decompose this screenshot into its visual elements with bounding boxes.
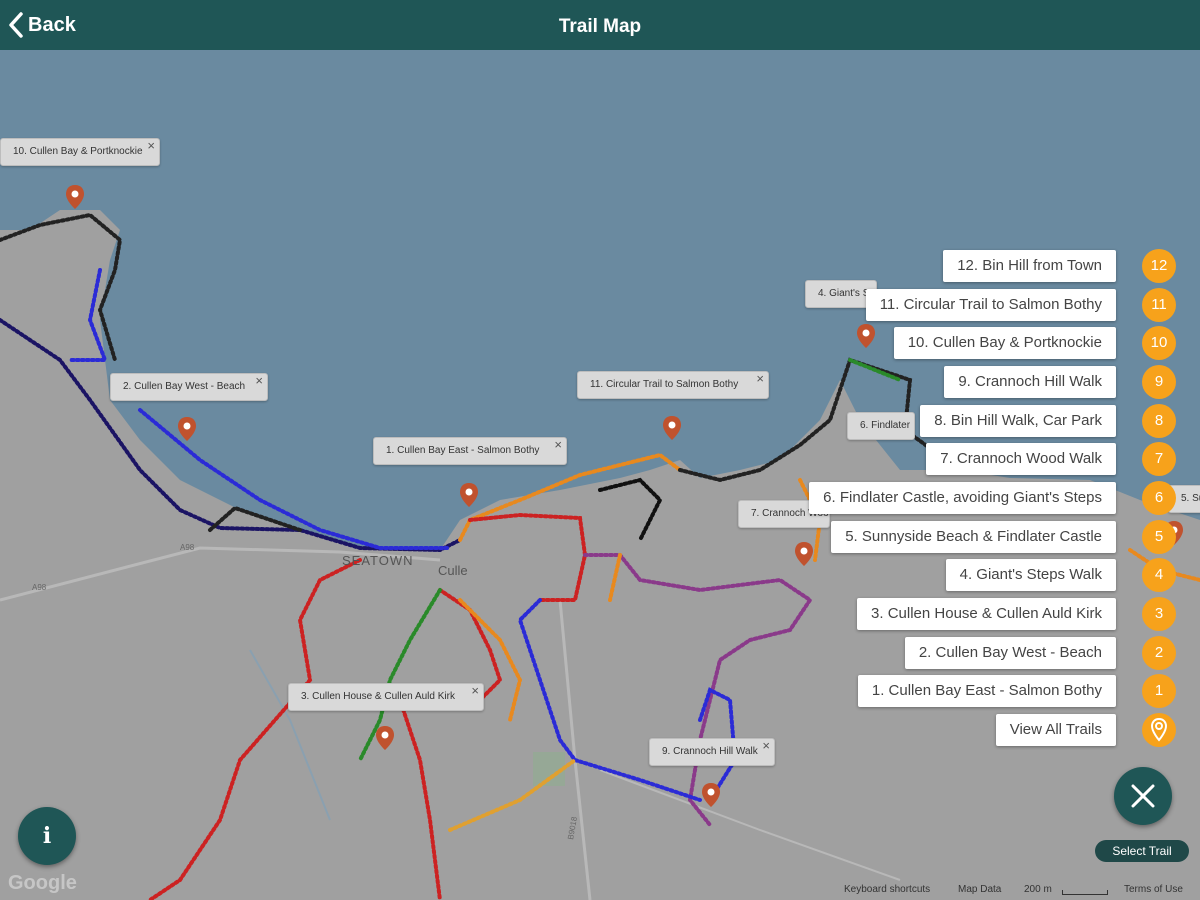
trail-menu-item[interactable]: 4. Giant's Steps Walk 4	[945, 558, 1176, 592]
trail-menu-label[interactable]: 6. Findlater Castle, avoiding Giant's St…	[809, 482, 1116, 514]
trail-menu-label[interactable]: View All Trails	[995, 714, 1116, 746]
page-title: Trail Map	[558, 16, 642, 37]
keyboard-shortcuts-link[interactable]: Keyboard shortcuts	[844, 884, 930, 895]
trail-menu-item[interactable]: 11. Circular Trail to Salmon Bothy 11	[865, 288, 1176, 322]
close-icon[interactable]: ×	[147, 139, 155, 159]
trail-menu-item[interactable]: 1. Cullen Bay East - Salmon Bothy 1	[857, 674, 1176, 708]
street-label: SEATOWN	[342, 553, 414, 568]
map-data-link[interactable]: Map Data	[958, 884, 1001, 895]
trail-menu-label[interactable]: 1. Cullen Bay East - Salmon Bothy	[857, 675, 1116, 707]
close-icon[interactable]: ×	[255, 374, 263, 394]
map-pin-icon[interactable]	[1142, 713, 1176, 747]
map-pin-icon[interactable]	[856, 323, 876, 349]
trail-menu-item[interactable]: 9. Crannoch Hill Walk 9	[944, 365, 1176, 399]
trail-number-badge[interactable]: 11	[1142, 288, 1176, 322]
trail-number-badge[interactable]: 4	[1142, 558, 1176, 592]
close-menu-button[interactable]	[1114, 767, 1172, 825]
close-icon[interactable]: ×	[756, 372, 764, 392]
map-pin-icon[interactable]	[459, 482, 479, 508]
trail-menu-label[interactable]: 5. Sunnyside Beach & Findlater Castle	[831, 521, 1116, 553]
trail-menu-label[interactable]: 8. Bin Hill Walk, Car Park	[920, 405, 1116, 437]
trail-menu-item[interactable]: 7. Crannoch Wood Walk 7	[926, 442, 1176, 476]
trail-number-badge[interactable]: 5	[1142, 520, 1176, 554]
map-pin-icon[interactable]	[701, 782, 721, 808]
trail-menu-label[interactable]: 10. Cullen Bay & Portknockie	[893, 327, 1116, 359]
close-icon[interactable]: ×	[471, 684, 479, 704]
app-header: Back Trail Map	[0, 0, 1200, 50]
map-callout[interactable]: 6. Findlater	[847, 412, 915, 440]
scale-bar	[1062, 890, 1108, 895]
svg-text:A98: A98	[32, 583, 47, 592]
map-pin-icon[interactable]	[794, 541, 814, 567]
trail-menu-item[interactable]: 3. Cullen House & Cullen Auld Kirk 3	[857, 597, 1176, 631]
map-pin-icon[interactable]	[375, 725, 395, 751]
trail-menu-label[interactable]: 7. Crannoch Wood Walk	[926, 443, 1116, 475]
trail-number-badge[interactable]: 2	[1142, 636, 1176, 670]
map-pin-icon[interactable]	[65, 184, 85, 210]
trail-number-badge[interactable]: 12	[1142, 249, 1176, 283]
trail-menu-label[interactable]: 4. Giant's Steps Walk	[945, 559, 1116, 591]
info-button[interactable]: i	[18, 807, 76, 865]
trail-menu-label[interactable]: 2. Cullen Bay West - Beach	[904, 637, 1116, 669]
trail-number-badge[interactable]: 1	[1142, 674, 1176, 708]
trail-menu-item[interactable]: 10. Cullen Bay & Portknockie 10	[893, 326, 1176, 360]
map-callout[interactable]: 2. Cullen Bay West - Beach ×	[110, 373, 268, 401]
trail-menu-item[interactable]: 2. Cullen Bay West - Beach 2	[904, 636, 1176, 670]
trail-menu-label[interactable]: 3. Cullen House & Cullen Auld Kirk	[857, 598, 1116, 630]
trail-number-badge[interactable]: 9	[1142, 365, 1176, 399]
trail-menu-label[interactable]: 11. Circular Trail to Salmon Bothy	[865, 289, 1116, 321]
map-callout[interactable]: 11. Circular Trail to Salmon Bothy ×	[577, 371, 769, 399]
trail-number-badge[interactable]: 7	[1142, 442, 1176, 476]
trail-menu-item[interactable]: 5. Sunnyside Beach & Findlater Castle 5	[831, 520, 1176, 554]
trail-menu-item[interactable]: 12. Bin Hill from Town 12	[943, 249, 1176, 283]
map-pin-icon[interactable]	[662, 415, 682, 441]
town-label: Culle	[438, 563, 468, 578]
svg-text:A98: A98	[180, 543, 195, 552]
google-logo: Google	[8, 872, 77, 894]
back-label: Back	[28, 13, 76, 36]
trail-menu-item[interactable]: 6. Findlater Castle, avoiding Giant's St…	[809, 481, 1176, 515]
map-callout[interactable]: 9. Crannoch Hill Walk ×	[649, 738, 775, 766]
back-button[interactable]: Back	[8, 0, 76, 50]
trail-number-badge[interactable]: 8	[1142, 404, 1176, 438]
trail-number-badge[interactable]: 10	[1142, 326, 1176, 360]
info-icon: i	[42, 823, 52, 849]
trail-menu-item[interactable]: 8. Bin Hill Walk, Car Park 8	[920, 404, 1176, 438]
scale-label: 200 m	[1024, 884, 1052, 895]
trail-number-badge[interactable]: 3	[1142, 597, 1176, 631]
close-icon[interactable]: ×	[762, 739, 770, 759]
chevron-left-icon	[9, 12, 23, 38]
map-callout[interactable]: 1. Cullen Bay East - Salmon Bothy ×	[373, 437, 567, 465]
trail-menu-label[interactable]: 12. Bin Hill from Town	[943, 250, 1116, 282]
trail-menu-item[interactable]: View All Trails	[995, 713, 1176, 747]
map-pin-icon[interactable]	[177, 416, 197, 442]
trail-menu-label[interactable]: 9. Crannoch Hill Walk	[944, 366, 1116, 398]
close-icon	[1131, 784, 1155, 808]
close-icon[interactable]: ×	[554, 438, 562, 458]
trail-number-badge[interactable]: 6	[1142, 481, 1176, 515]
terms-link[interactable]: Terms of Use	[1124, 884, 1183, 895]
map-callout[interactable]: 10. Cullen Bay & Portknockie ×	[0, 138, 160, 166]
map-callout[interactable]: 3. Cullen House & Cullen Auld Kirk ×	[288, 683, 484, 711]
select-trail-label: Select Trail	[1095, 840, 1189, 862]
